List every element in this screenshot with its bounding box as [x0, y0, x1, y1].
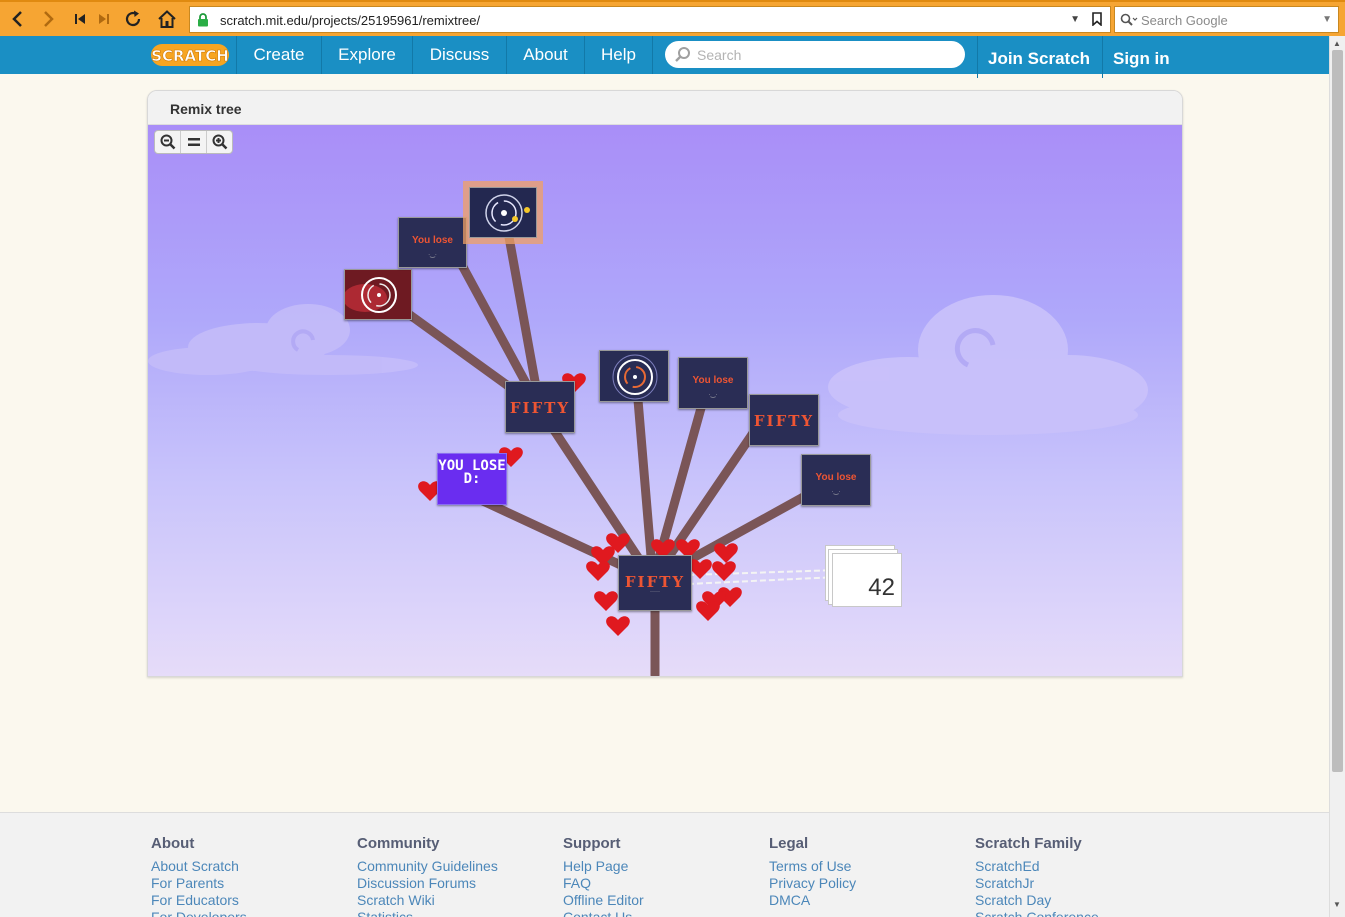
footer-link[interactable]: Community Guidelines — [357, 858, 557, 875]
remix-tree-title: Remix tree — [170, 101, 242, 117]
thumbnail-title: You lose — [815, 472, 857, 483]
dropdown-arrow-icon[interactable]: ▼ — [1070, 14, 1080, 25]
footer-column-support: Support Help Page FAQ Offline Editor Con… — [563, 835, 763, 917]
zoom-in-icon[interactable] — [207, 131, 232, 153]
footer-link[interactable]: ScratchJr — [975, 875, 1175, 892]
page-scrollbar[interactable]: ▲ ▼ — [1329, 36, 1345, 917]
google-search-placeholder: Search Google — [1141, 13, 1228, 28]
dropdown-arrow-icon[interactable]: ▼ — [1322, 14, 1332, 25]
thumbnail-subtitle: ·‿· — [708, 392, 718, 398]
nav-discuss[interactable]: Discuss — [412, 36, 506, 74]
remix-tree-header: Remix tree — [148, 91, 1182, 125]
footer-link[interactable]: Contact Us — [563, 909, 763, 917]
current-project-thumbnail[interactable] — [469, 187, 537, 238]
footer-link[interactable]: About Scratch — [151, 858, 351, 875]
more-remixes-count: 42 — [868, 574, 895, 601]
footer-column-legal: Legal Terms of Use Privacy Policy DMCA — [769, 835, 969, 909]
project-thumbnail[interactable]: You lose ·‿· — [801, 454, 871, 506]
footer-heading: Scratch Family — [975, 835, 1082, 852]
forward-icon[interactable] — [38, 8, 60, 30]
first-page-icon[interactable] — [69, 8, 91, 30]
project-thumbnail[interactable]: FIFTY — [505, 381, 575, 433]
scroll-down-arrow-icon[interactable]: ▼ — [1333, 900, 1341, 909]
footer-link[interactable]: Scratch Day — [975, 892, 1175, 909]
spiral-game-icon — [470, 188, 536, 237]
join-scratch-button[interactable]: Join Scratch — [977, 36, 1102, 78]
footer-link[interactable]: Offline Editor — [563, 892, 763, 909]
scroll-thumb[interactable] — [1332, 50, 1343, 772]
footer-heading: Support — [563, 835, 621, 852]
footer-heading: Legal — [769, 835, 809, 852]
url-text: scratch.mit.edu/projects/25195961/remixt… — [220, 13, 481, 28]
footer-heading: About — [151, 835, 195, 852]
footer-link[interactable]: Statistics — [357, 909, 557, 917]
thumbnail-title: YOU LOSE D: — [438, 458, 506, 487]
footer-column-scratch-family: Scratch Family ScratchEd ScratchJr Scrat… — [975, 835, 1175, 917]
footer-link[interactable]: Discussion Forums — [357, 875, 557, 892]
root-project-thumbnail[interactable]: FIFTY ····· — [618, 555, 692, 611]
more-remixes-link — [687, 569, 839, 585]
thumbnail-title: FIFTY — [509, 399, 571, 417]
scroll-up-arrow-icon[interactable]: ▲ — [1333, 39, 1341, 48]
url-bar[interactable]: scratch.mit.edu/projects/25195961/remixt… — [189, 6, 1111, 33]
search-input[interactable] — [697, 45, 952, 64]
project-thumbnail[interactable] — [344, 269, 412, 320]
sign-in-button[interactable]: Sign in — [1102, 36, 1192, 78]
project-thumbnail[interactable]: FIFTY — [749, 394, 819, 446]
home-icon[interactable] — [156, 8, 178, 30]
cloud-right — [828, 295, 1148, 435]
more-remixes-card[interactable]: 42 — [832, 553, 902, 607]
project-thumbnail[interactable]: You lose ·‿· — [398, 217, 467, 268]
thumbnail-subtitle: ·‿· — [831, 489, 841, 495]
footer-link[interactable]: Scratch Wiki — [357, 892, 557, 909]
spiral-game-icon — [600, 351, 668, 401]
remix-tree-panel: Remix tree FIFTY ····· YOU LOSE D: FIFTY… — [147, 90, 1183, 677]
browser-toolbar: scratch.mit.edu/projects/25195961/remixt… — [0, 0, 1345, 36]
footer-link[interactable]: Privacy Policy — [769, 875, 969, 892]
svg-text:SCRATCH: SCRATCH — [151, 47, 229, 65]
footer-link[interactable]: For Parents — [151, 875, 351, 892]
footer-column-community: Community Community Guidelines Discussio… — [357, 835, 557, 917]
footer-link[interactable]: Terms of Use — [769, 858, 969, 875]
thumbnail-title: FIFTY — [753, 412, 815, 430]
search-icon — [1120, 13, 1138, 32]
last-page-icon[interactable] — [93, 8, 115, 30]
footer-link[interactable]: ScratchEd — [975, 858, 1175, 875]
thumbnail-title: You lose — [692, 375, 734, 386]
footer-link[interactable]: Scratch Conference — [975, 909, 1175, 917]
back-icon[interactable] — [6, 8, 28, 30]
footer-heading: Community — [357, 835, 440, 852]
reload-icon[interactable] — [122, 8, 144, 30]
spiral-game-icon — [345, 270, 411, 319]
footer-link[interactable]: Help Page — [563, 858, 763, 875]
zoom-reset-icon[interactable] — [181, 131, 207, 153]
site-footer: About About Scratch For Parents For Educ… — [0, 812, 1329, 917]
nav-create[interactable]: Create — [236, 36, 321, 74]
footer-link[interactable]: FAQ — [563, 875, 763, 892]
thumbnail-title: You lose — [412, 235, 453, 246]
project-thumbnail[interactable]: You lose ·‿· — [678, 357, 748, 409]
lock-icon — [197, 13, 209, 32]
project-thumbnail[interactable]: YOU LOSE D: — [437, 453, 507, 505]
footer-column-about: About About Scratch For Parents For Educ… — [151, 835, 351, 917]
footer-link[interactable]: DMCA — [769, 892, 969, 909]
nav-about[interactable]: About — [506, 36, 584, 74]
search-icon — [674, 46, 691, 68]
scratch-navbar: SCRATCH Create Explore Discuss About Hel… — [0, 36, 1329, 78]
nav-explore[interactable]: Explore — [321, 36, 412, 74]
zoom-controls — [154, 130, 233, 154]
scratch-logo[interactable]: SCRATCH — [150, 41, 230, 69]
remix-tree-canvas[interactable]: FIFTY ····· YOU LOSE D: FIFTY You lose ·… — [148, 125, 1182, 676]
thumbnail-subtitle: ·‿· — [428, 252, 437, 258]
nav-help[interactable]: Help — [584, 36, 653, 74]
footer-link[interactable]: For Educators — [151, 892, 351, 909]
footer-link[interactable]: For Developers — [151, 909, 351, 917]
project-thumbnail[interactable] — [599, 350, 669, 402]
thumbnail-subtitle: ····· — [650, 589, 660, 595]
zoom-out-icon[interactable] — [155, 131, 181, 153]
site-search — [665, 41, 965, 68]
bookmark-icon[interactable] — [1092, 12, 1102, 31]
google-search-box[interactable]: Search Google ▼ — [1114, 6, 1339, 33]
